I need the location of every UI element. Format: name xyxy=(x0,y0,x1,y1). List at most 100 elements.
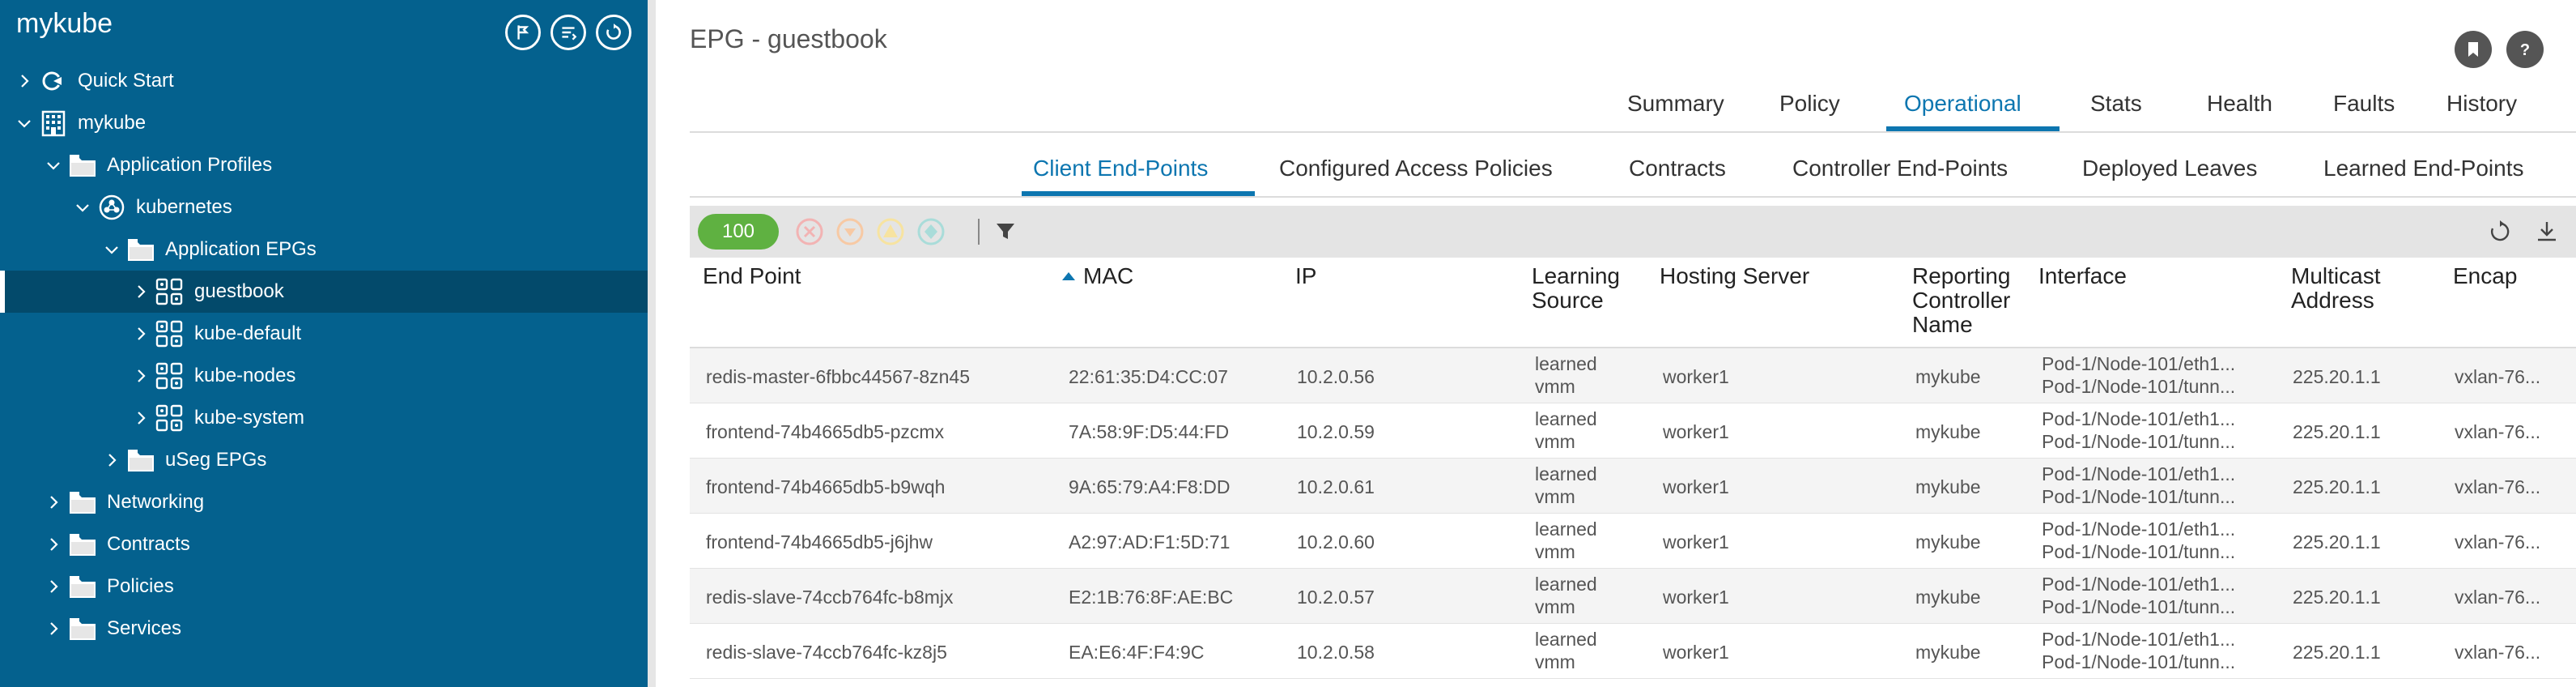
table-row[interactable]: redis-slave-74ccb764fc-b8mjx E2:1B:76:8F:… xyxy=(690,569,2576,624)
cell-controller: mykube xyxy=(1915,531,1981,553)
chevron-right-icon[interactable] xyxy=(44,493,63,512)
table-row[interactable]: frontend-74b4665db5-pzcmx 7A:58:9F:D5:44:… xyxy=(690,403,2576,459)
subtab-controller-end-points[interactable]: Controller End-Points xyxy=(1792,156,2008,181)
folder-icon-glyph xyxy=(70,534,96,556)
chevron-down-icon[interactable] xyxy=(15,113,34,133)
epg-icon-glyph xyxy=(155,278,183,305)
tree-item-kube-system[interactable]: kube-system xyxy=(0,397,648,439)
cell-endpoint: frontend-74b4665db5-pzcmx xyxy=(706,421,945,442)
chevron-right-icon[interactable] xyxy=(44,535,63,554)
tab-health[interactable]: Health xyxy=(2207,91,2272,117)
filter-icon[interactable] xyxy=(994,220,1017,243)
reporting-line-2: Controller xyxy=(1912,288,2011,313)
tree-item-label: guestbook xyxy=(194,280,284,302)
chevron-right-icon[interactable] xyxy=(131,282,151,301)
cell-server: worker1 xyxy=(1663,531,1729,553)
cell-endpoint: redis-master-6fbbc44567-8zn45 xyxy=(706,366,971,387)
tree-item-kube-nodes[interactable]: kube-nodes xyxy=(0,355,648,397)
column-header-endpoint[interactable]: End Point xyxy=(703,264,801,288)
tree-item-mykube[interactable]: mykube xyxy=(0,102,648,144)
tree-item-networking[interactable]: Networking xyxy=(0,481,648,523)
cell-mac: A2:97:AD:F1:5D:71 xyxy=(1069,531,1231,553)
refresh-icon[interactable] xyxy=(596,15,631,50)
help-button[interactable]: ? xyxy=(2506,31,2544,68)
tree-item-guestbook[interactable]: guestbook xyxy=(0,271,648,313)
chevron-down-icon[interactable] xyxy=(73,198,92,217)
warning-filter-icon[interactable] xyxy=(916,217,946,246)
count-badge[interactable]: 100 xyxy=(698,214,779,250)
chevron-down-icon[interactable] xyxy=(44,156,63,175)
chevron-right-icon[interactable] xyxy=(44,619,63,638)
learning-source-line-1: learned xyxy=(1535,463,1597,484)
tree-item-label: Quick Start xyxy=(78,70,174,92)
cell-ip: 10.2.0.59 xyxy=(1297,421,1375,442)
chevron-right-icon[interactable] xyxy=(102,450,121,470)
chevron-right-icon[interactable] xyxy=(131,408,151,428)
folder-icon-glyph xyxy=(128,239,154,261)
help-icon: ? xyxy=(2520,41,2530,59)
cell-multicast: 225.20.1.1 xyxy=(2293,366,2381,387)
column-header-learning-source[interactable]: Learning Source xyxy=(1532,264,1620,313)
tab-operational[interactable]: Operational xyxy=(1904,91,2021,117)
column-header-mac[interactable]: MAC xyxy=(1083,264,1133,288)
tab-summary[interactable]: Summary xyxy=(1627,91,1724,117)
interface-line-2: Pod-1/Node-101/tunn... xyxy=(2042,486,2236,507)
cell-controller: mykube xyxy=(1915,587,1981,608)
column-header-interface[interactable]: Interface xyxy=(2038,264,2127,288)
subtab-client-end-points[interactable]: Client End-Points xyxy=(1033,156,1208,181)
cell-ip: 10.2.0.57 xyxy=(1297,587,1375,608)
tree-item-services[interactable]: Services xyxy=(0,608,648,650)
epg-icon-glyph xyxy=(155,404,183,432)
subtab-deployed-leaves[interactable]: Deployed Leaves xyxy=(2082,156,2257,181)
column-header-encap[interactable]: Encap xyxy=(2453,264,2517,288)
tenant-building-icon xyxy=(39,109,68,137)
subtab-contracts[interactable]: Contracts xyxy=(1629,156,1726,181)
refresh-table-icon[interactable] xyxy=(2487,219,2513,245)
chevron-right-icon[interactable] xyxy=(44,577,63,596)
tree-item-contracts[interactable]: Contracts xyxy=(0,523,648,565)
table-row[interactable]: redis-master-6fbbc44567-8zn45 22:61:35:D4… xyxy=(690,348,2576,403)
tree-item-useg-epgs[interactable]: uSeg EPGs xyxy=(0,439,648,481)
tree-item-quick-start[interactable]: Quick Start xyxy=(0,60,648,102)
tree-item-kube-default[interactable]: kube-default xyxy=(0,313,648,355)
pane-divider[interactable] xyxy=(648,0,656,687)
folder-icon-glyph xyxy=(70,576,96,598)
minor-fault-filter-icon[interactable] xyxy=(876,217,905,246)
chevron-right-icon[interactable] xyxy=(131,366,151,386)
tree-item-kubernetes[interactable]: kubernetes xyxy=(0,186,648,228)
interface-line-2: Pod-1/Node-101/tunn... xyxy=(2042,541,2236,562)
bookmark-button[interactable] xyxy=(2455,31,2492,68)
subtab-learned-end-points[interactable]: Learned End-Points xyxy=(2323,156,2524,181)
tab-faults[interactable]: Faults xyxy=(2333,91,2395,117)
tree-item-policies[interactable]: Policies xyxy=(0,565,648,608)
table-row[interactable]: frontend-74b4665db5-j6jhw A2:97:AD:F1:5D:… xyxy=(690,514,2576,569)
cell-mac: 9A:65:79:A4:F8:DD xyxy=(1069,476,1231,497)
chevron-right-icon[interactable] xyxy=(15,71,34,91)
tab-history[interactable]: History xyxy=(2446,91,2517,117)
column-header-ip[interactable]: IP xyxy=(1295,264,1316,288)
table-toolbar: 100 xyxy=(690,206,2576,258)
cell-server: worker1 xyxy=(1663,587,1729,608)
cell-interface: Pod-1/Node-101/eth1... Pod-1/Node-101/tun… xyxy=(2042,463,2235,508)
column-header-hosting-server[interactable]: Hosting Server xyxy=(1660,264,1809,288)
list-view-icon[interactable] xyxy=(550,15,586,50)
tree-item-application-epgs[interactable]: Application EPGs xyxy=(0,228,648,271)
chevron-down-icon[interactable] xyxy=(102,240,121,259)
tab-policy[interactable]: Policy xyxy=(1779,91,1840,117)
tree-item-application-profiles[interactable]: Application Profiles xyxy=(0,144,648,186)
cell-encap: vxlan-76... xyxy=(2455,642,2541,663)
column-header-reporting-controller[interactable]: Reporting Controller Name xyxy=(1912,264,2010,337)
quick-start-toggle-icon[interactable] xyxy=(505,15,541,50)
sort-ascending-icon[interactable] xyxy=(1062,272,1075,280)
epg-icon xyxy=(155,320,185,348)
navigation-sidebar: mykube Quick Start mykube Application Prof… xyxy=(0,0,648,687)
tab-stats[interactable]: Stats xyxy=(2090,91,2142,117)
subtab-configured-access-policies[interactable]: Configured Access Policies xyxy=(1279,156,1553,181)
critical-fault-filter-icon[interactable] xyxy=(795,217,824,246)
major-fault-filter-icon[interactable] xyxy=(835,217,865,246)
download-icon[interactable] xyxy=(2534,219,2560,245)
chevron-right-icon[interactable] xyxy=(131,324,151,344)
table-row[interactable]: redis-slave-74ccb764fc-kz8j5 EA:E6:4F:F4:… xyxy=(690,624,2576,679)
column-header-multicast[interactable]: Multicast Address xyxy=(2291,264,2380,313)
table-row[interactable]: frontend-74b4665db5-b9wqh 9A:65:79:A4:F8:… xyxy=(690,459,2576,514)
